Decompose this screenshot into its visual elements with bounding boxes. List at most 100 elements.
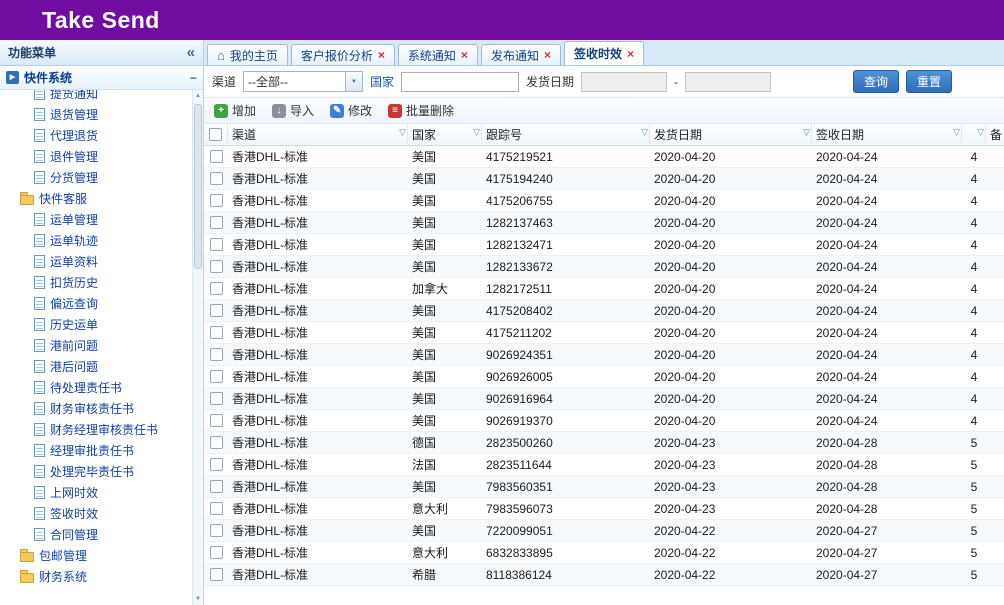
row-checkbox[interactable] [210,524,223,537]
row-checkbox[interactable] [210,260,223,273]
sidebar-item[interactable]: 运单资料 [0,251,192,272]
country-input[interactable] [401,72,519,92]
row-checkbox[interactable] [210,502,223,515]
select-all-checkbox[interactable] [209,128,222,141]
column-header[interactable]: 国家▽ [408,124,482,145]
table-row[interactable]: 香港DHL-标准美国90269169642020-04-202020-04-24… [204,388,1004,410]
sidebar-item[interactable]: 快件客服 [0,188,192,209]
table-row[interactable]: 香港DHL-标准美国90269193702020-04-202020-04-24… [204,410,1004,432]
row-checkbox[interactable] [210,282,223,295]
close-icon[interactable]: × [544,49,551,61]
search-button[interactable]: 查询 [853,70,899,93]
table-row[interactable]: 香港DHL-标准美国90269260052020-04-202020-04-24… [204,366,1004,388]
chevron-down-icon[interactable]: ▼ [345,72,362,91]
scroll-up-icon[interactable]: ▲ [193,90,203,102]
table-row[interactable]: 香港DHL-标准希腊81183861242020-04-222020-04-27… [204,564,1004,586]
table-row[interactable]: 香港DHL-标准美国79835603512020-04-232020-04-28… [204,476,1004,498]
scroll-down-icon[interactable]: ▼ [193,593,203,605]
sidebar-item[interactable]: 退货管理 [0,104,192,125]
sidebar-item[interactable]: 经理审批责任书 [0,440,192,461]
batch-delete-button[interactable]: ≡批量删除 [388,102,454,119]
close-icon[interactable]: × [627,48,634,60]
table-row[interactable]: 香港DHL-标准加拿大12821725112020-04-202020-04-2… [204,278,1004,300]
sidebar-section-express-system[interactable]: ▶ 快件系统 − [0,66,203,90]
column-header[interactable]: 跟踪号▽ [482,124,650,145]
import-button[interactable]: ↓导入 [272,102,314,119]
close-icon[interactable]: × [461,49,468,61]
row-checkbox[interactable] [210,238,223,251]
table-row[interactable]: 香港DHL-标准美国41752195212020-04-202020-04-24… [204,146,1004,168]
sidebar-item[interactable]: 处理完毕责任书 [0,461,192,482]
sidebar-item[interactable]: 财务系统 [0,566,192,587]
sidebar-item[interactable]: 退件管理 [0,146,192,167]
sort-filter-icon[interactable]: ▽ [953,128,960,137]
sidebar-item[interactable]: 运单管理 [0,209,192,230]
row-checkbox[interactable] [210,370,223,383]
sort-filter-icon[interactable]: ▽ [399,128,406,137]
table-row[interactable]: 香港DHL-标准美国41752067552020-04-202020-04-24… [204,190,1004,212]
sidebar-item[interactable]: 财务审核责任书 [0,398,192,419]
reset-button[interactable]: 重置 [906,70,952,93]
tab[interactable]: 系统通知× [398,44,478,65]
row-checkbox[interactable] [210,568,223,581]
edit-button[interactable]: ✎修改 [330,102,372,119]
tab[interactable]: ⌂我的主页 [207,44,288,65]
sidebar-item[interactable]: 提货通知 [0,90,192,104]
row-checkbox[interactable] [210,150,223,163]
sort-filter-icon[interactable]: ▽ [803,128,810,137]
sidebar-item[interactable]: 偏远查询 [0,293,192,314]
collapse-section-icon[interactable]: − [190,71,197,85]
sidebar-item[interactable]: 历史运单 [0,314,192,335]
row-checkbox[interactable] [210,480,223,493]
row-checkbox[interactable] [210,414,223,427]
sidebar-item[interactable]: 代理退货 [0,125,192,146]
table-row[interactable]: 香港DHL-标准美国12821374632020-04-202020-04-24… [204,212,1004,234]
row-checkbox[interactable] [210,458,223,471]
sort-filter-icon[interactable]: ▽ [977,128,984,137]
collapse-sidebar-button[interactable]: « [187,44,195,61]
row-checkbox[interactable] [210,392,223,405]
row-checkbox[interactable] [210,194,223,207]
row-checkbox[interactable] [210,304,223,317]
ship-date-to-input[interactable] [685,72,771,92]
sidebar-item[interactable]: 分货管理 [0,167,192,188]
row-checkbox[interactable] [210,436,223,449]
table-row[interactable]: 香港DHL-标准美国90269243512020-04-202020-04-24… [204,344,1004,366]
sidebar-scrollbar[interactable]: ▲ ▼ [192,90,203,605]
tab[interactable]: 客户报价分析× [291,44,395,65]
close-icon[interactable]: × [378,49,385,61]
table-row[interactable]: 香港DHL-标准美国72200990512020-04-222020-04-27… [204,520,1004,542]
column-header[interactable]: ▽ [962,124,986,145]
table-row[interactable]: 香港DHL-标准意大利68328338952020-04-222020-04-2… [204,542,1004,564]
sidebar-item[interactable]: 包邮管理 [0,545,192,566]
table-row[interactable]: 香港DHL-标准意大利79835960732020-04-232020-04-2… [204,498,1004,520]
tab[interactable]: 签收时效× [564,41,644,65]
column-header[interactable]: 渠道▽ [228,124,408,145]
sidebar-item[interactable]: 待处理责任书 [0,377,192,398]
table-row[interactable]: 香港DHL-标准美国41751942402020-04-202020-04-24… [204,168,1004,190]
sidebar-item[interactable]: 上网时效 [0,482,192,503]
sidebar-item[interactable]: 签收时效 [0,503,192,524]
sidebar-item[interactable]: 港后问题 [0,356,192,377]
table-row[interactable]: 香港DHL-标准美国41752112022020-04-202020-04-24… [204,322,1004,344]
column-header[interactable]: 备▽ [986,124,1004,145]
tab[interactable]: 发布通知× [481,44,561,65]
table-row[interactable]: 香港DHL-标准美国12821336722020-04-202020-04-24… [204,256,1004,278]
row-checkbox[interactable] [210,172,223,185]
sort-filter-icon[interactable]: ▽ [641,128,648,137]
column-header[interactable]: 签收日期▽ [812,124,962,145]
channel-select[interactable]: --全部-- ▼ [243,71,363,92]
row-checkbox[interactable] [210,216,223,229]
sidebar-item[interactable]: 运单轨迹 [0,230,192,251]
sidebar-item[interactable]: 港前问题 [0,335,192,356]
column-header[interactable]: 发货日期▽ [650,124,812,145]
sidebar-item[interactable]: 扣货历史 [0,272,192,293]
sidebar-item[interactable]: 合同管理 [0,524,192,545]
table-row[interactable]: 香港DHL-标准法国28235116442020-04-232020-04-28… [204,454,1004,476]
scrollbar-thumb[interactable] [194,104,202,269]
sort-filter-icon[interactable]: ▽ [473,128,480,137]
table-row[interactable]: 香港DHL-标准美国41752084022020-04-202020-04-24… [204,300,1004,322]
table-row[interactable]: 香港DHL-标准美国12821324712020-04-202020-04-24… [204,234,1004,256]
row-checkbox[interactable] [210,348,223,361]
table-row[interactable]: 香港DHL-标准德国28235002602020-04-232020-04-28… [204,432,1004,454]
